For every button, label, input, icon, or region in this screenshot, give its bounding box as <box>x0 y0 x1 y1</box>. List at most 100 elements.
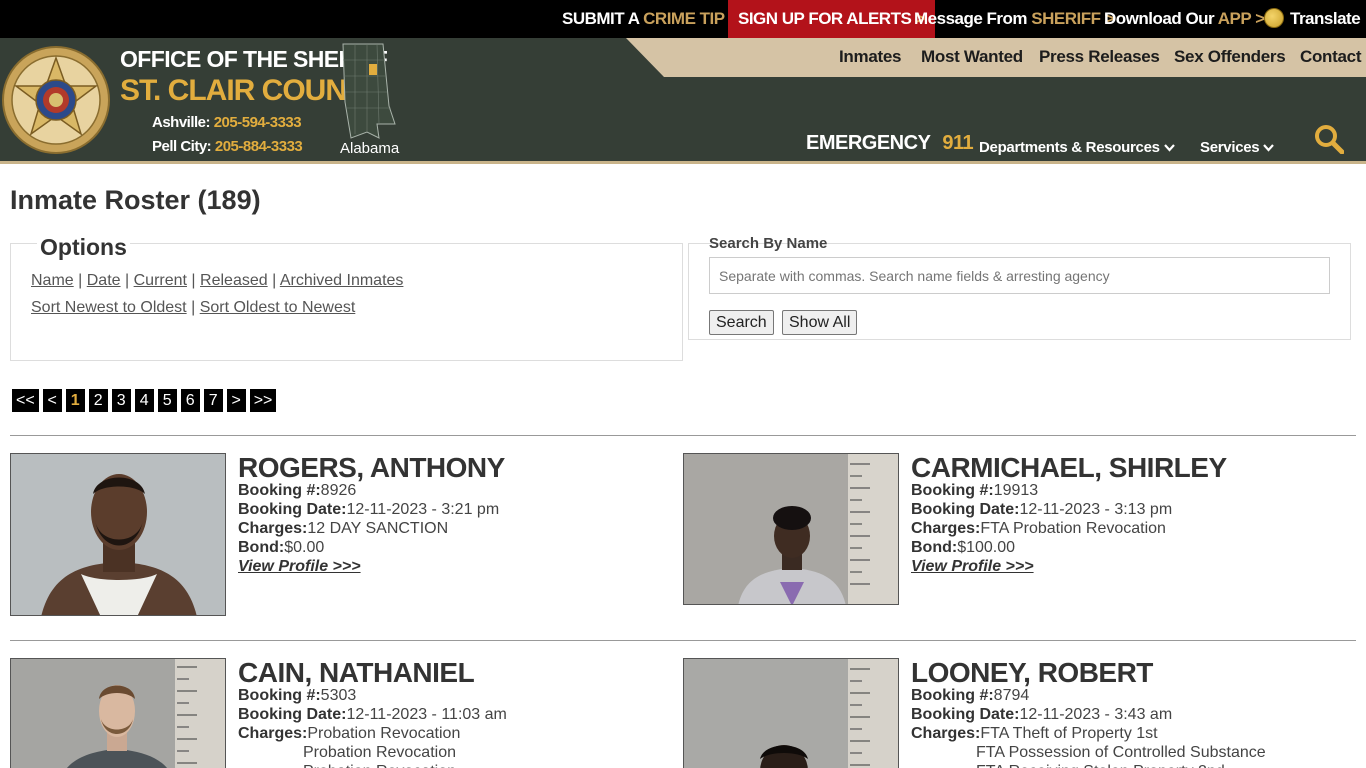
message-from-sheriff-link[interactable]: Message From SHERIFF > <box>914 0 1114 38</box>
ashville-number[interactable]: 205-594-3333 <box>214 114 302 131</box>
booking-number: Booking #:19913 <box>911 482 1038 500</box>
emergency-label: EMERGENCY <box>806 132 931 154</box>
nav-press-releases[interactable]: Press Releases <box>1039 47 1160 67</box>
nav-inmates[interactable]: Inmates <box>839 47 901 67</box>
sort-by-name-link[interactable]: Name <box>31 272 74 289</box>
booking-date: Booking Date:12-11-2023 - 3:13 pm <box>911 501 1172 519</box>
departments-label: Departments & Resources <box>979 139 1160 156</box>
translate-label: Translate <box>1290 9 1361 28</box>
translate-link[interactable]: Translate <box>1264 0 1361 38</box>
inmate-photo[interactable] <box>683 658 899 768</box>
search-icon[interactable] <box>1314 124 1344 154</box>
top-utility-bar: SUBMIT A CRIME TIP> SIGN UP FOR ALERTS> … <box>0 0 1366 38</box>
charges-label: Charges: <box>238 520 308 537</box>
pager-next[interactable]: > <box>226 389 246 412</box>
booking-date-label: Booking Date: <box>911 706 1020 723</box>
booking-number: Booking #:8794 <box>911 687 1029 705</box>
sign-up-alerts-link[interactable]: SIGN UP FOR ALERTS > <box>728 0 935 38</box>
inmate-photo[interactable] <box>10 453 226 616</box>
departments-dropdown[interactable]: Departments & Resources <box>979 139 1175 156</box>
pell-city-number[interactable]: 205-884-3333 <box>215 138 303 155</box>
sort-field-links: Name | Date | Current | Released | Archi… <box>31 272 403 290</box>
booking-date-value: 12-11-2023 - 3:13 pm <box>1019 501 1173 518</box>
services-label: Services <box>1200 139 1260 156</box>
emergency-number[interactable]: 911 <box>942 132 973 154</box>
separator: | <box>125 272 130 289</box>
globe-icon <box>1264 8 1284 28</box>
charge-value: Probation Revocation <box>303 744 456 761</box>
booking-date-label: Booking Date: <box>911 501 1020 518</box>
booking-no-label: Booking #: <box>911 687 994 704</box>
booking-no-label: Booking #: <box>238 482 321 499</box>
view-profile-link[interactable]: View Profile >>> <box>911 558 1034 576</box>
filter-current-link[interactable]: Current <box>134 272 187 289</box>
inmate-photo[interactable] <box>683 453 899 605</box>
sort-newest-link[interactable]: Sort Newest to Oldest <box>31 299 187 316</box>
alabama-map-icon <box>342 43 396 139</box>
charge-value: FTA Possession of Controlled Substance <box>976 744 1266 761</box>
pager-page-3[interactable]: 3 <box>111 389 131 412</box>
charge-value: Probation Revocation <box>307 725 461 742</box>
mugshot-image <box>11 454 225 615</box>
ashville-phone: Ashville: 205-594-3333 <box>152 114 302 131</box>
ashville-label: Ashville: <box>152 114 211 131</box>
separator: | <box>191 299 196 316</box>
emergency-line: EMERGENCY 911 <box>806 132 974 155</box>
nav-sex-offenders[interactable]: Sex Offenders <box>1174 47 1286 67</box>
sheriff-badge-logo[interactable] <box>2 44 110 156</box>
sort-by-date-link[interactable]: Date <box>87 272 121 289</box>
booking-no-label: Booking #: <box>238 687 321 704</box>
charges: Charges:FTA Theft of Property 1st <box>911 725 1158 743</box>
crime-tip-accent: CRIME TIP <box>643 9 725 28</box>
inmate-name: CARMICHAEL, SHIRLEY <box>911 452 1227 483</box>
booking-date-value: 12-11-2023 - 11:03 am <box>346 706 507 723</box>
pell-city-label: Pell City: <box>152 138 212 155</box>
pager-last[interactable]: >> <box>249 389 277 412</box>
bond-value: $100.00 <box>957 539 1016 556</box>
nav-most-wanted[interactable]: Most Wanted <box>921 47 1023 67</box>
booking-date-value: 12-11-2023 - 3:43 am <box>1019 706 1173 723</box>
charges: Charges:FTA Probation Revocation <box>911 520 1166 538</box>
filter-released-link[interactable]: Released <box>200 272 268 289</box>
divider <box>10 640 1356 641</box>
pager-page-1[interactable]: 1 <box>65 389 85 412</box>
bond: Bond:$0.00 <box>238 539 324 557</box>
pager-page-2[interactable]: 2 <box>88 389 108 412</box>
view-profile-link[interactable]: View Profile >>> <box>238 558 361 576</box>
crime-tip-pre: SUBMIT A <box>562 9 639 28</box>
submit-crime-tip-link[interactable]: SUBMIT A CRIME TIP> <box>562 0 739 38</box>
pager-first[interactable]: << <box>12 389 39 412</box>
booking-no-value: 8926 <box>320 482 357 499</box>
pager-prev[interactable]: < <box>42 389 62 412</box>
booking-no-value: 19913 <box>993 482 1039 499</box>
charge-value: FTA Receiving Stolen Property 2nd <box>976 763 1225 768</box>
charge-value: FTA Theft of Property 1st <box>980 725 1158 742</box>
pager-page-7[interactable]: 7 <box>203 389 223 412</box>
pager-page-5[interactable]: 5 <box>157 389 177 412</box>
divider <box>10 435 1356 436</box>
booking-no-value: 8794 <box>993 687 1030 704</box>
show-all-button[interactable]: Show All <box>782 310 858 335</box>
separator: | <box>191 272 196 289</box>
charge-value: Probation Revocation <box>303 763 456 768</box>
inmate-name: LOONEY, ROBERT <box>911 657 1153 688</box>
pager-page-4[interactable]: 4 <box>134 389 154 412</box>
chevron-down-icon <box>1163 144 1175 152</box>
charges-label: Charges: <box>911 725 981 742</box>
search-input[interactable] <box>709 257 1330 294</box>
inmate-photo[interactable] <box>10 658 226 768</box>
download-app-link[interactable]: Download Our APP > <box>1104 0 1265 38</box>
pell-city-phone: Pell City: 205-884-3333 <box>152 138 303 155</box>
services-dropdown[interactable]: Services <box>1200 139 1275 156</box>
bond: Bond:$100.00 <box>911 539 1015 557</box>
charges: Charges:Probation Revocation <box>238 725 460 743</box>
alerts-label: SIGN UP FOR ALERTS <box>738 9 912 28</box>
archived-inmates-link[interactable]: Archived Inmates <box>280 272 404 289</box>
nav-contact[interactable]: Contact <box>1300 47 1361 67</box>
sort-oldest-link[interactable]: Sort Oldest to Newest <box>200 299 356 316</box>
pager-page-6[interactable]: 6 <box>180 389 200 412</box>
search-button[interactable]: Search <box>709 310 774 335</box>
sheriff-msg-pre: Message From <box>914 9 1028 28</box>
booking-date: Booking Date:12-11-2023 - 3:21 pm <box>238 501 499 519</box>
booking-date-label: Booking Date: <box>238 706 347 723</box>
